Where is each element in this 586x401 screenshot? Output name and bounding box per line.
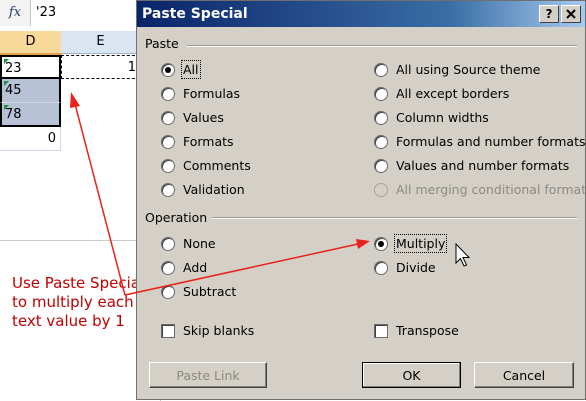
help-button[interactable]: ?: [539, 5, 559, 23]
operation-separator: [212, 217, 577, 219]
error-indicator-icon: [4, 81, 9, 86]
operation-section-label: Operation: [145, 210, 208, 225]
radio-icon: [374, 182, 388, 197]
operation-multiply[interactable]: Multiply: [374, 234, 448, 253]
radio-icon: [374, 134, 388, 149]
ok-button[interactable]: OK: [362, 362, 461, 388]
paste-special-dialog: Paste Special ? Paste All Formulas Value…: [136, 0, 586, 400]
formula-value[interactable]: '23: [36, 0, 56, 26]
annotation-text: Use Paste Special to multiply each text …: [12, 274, 145, 330]
paste-option-merging-conditional-formats: All merging conditional formats: [374, 181, 586, 199]
transpose-checkbox[interactable]: Transpose: [374, 322, 459, 340]
dialog-title: Paste Special: [142, 6, 248, 22]
error-indicator-icon: [4, 105, 9, 110]
close-button[interactable]: [561, 5, 581, 23]
paste-separator: [187, 45, 577, 47]
paste-option-formats[interactable]: Formats: [161, 133, 234, 151]
cancel-button[interactable]: Cancel: [474, 362, 574, 388]
radio-icon: [161, 110, 175, 125]
cell-d4[interactable]: 0: [0, 127, 61, 151]
skip-blanks-checkbox[interactable]: Skip blanks: [161, 322, 254, 340]
radio-icon: [161, 158, 175, 173]
insert-function-icon[interactable]: fx: [0, 0, 31, 26]
paste-option-source-theme[interactable]: All using Source theme: [374, 61, 541, 79]
cell-d1[interactable]: 23: [0, 55, 61, 79]
paste-option-column-widths[interactable]: Column widths: [374, 109, 489, 127]
paste-section-label: Paste: [145, 36, 179, 51]
radio-icon: [161, 86, 175, 101]
operation-add[interactable]: Add: [161, 259, 207, 277]
paste-option-comments[interactable]: Comments: [161, 157, 251, 175]
paste-option-validation[interactable]: Validation: [161, 181, 245, 199]
column-header-e[interactable]: E: [61, 31, 141, 54]
dialog-titlebar[interactable]: Paste Special ?: [137, 1, 585, 27]
radio-icon: [161, 134, 175, 149]
paste-option-except-borders[interactable]: All except borders: [374, 85, 509, 103]
radio-icon: [374, 62, 388, 77]
radio-icon: [374, 110, 388, 125]
error-indicator-icon: [4, 59, 9, 64]
radio-icon: [161, 182, 175, 197]
radio-icon: [161, 284, 175, 299]
cell-d3[interactable]: 78: [0, 103, 61, 127]
radio-icon: [161, 62, 175, 77]
cell-d2[interactable]: 45: [0, 79, 61, 103]
checkbox-icon: [374, 323, 388, 338]
operation-divide[interactable]: Divide: [374, 259, 436, 277]
radio-icon: [161, 236, 175, 251]
operation-subtract[interactable]: Subtract: [161, 283, 236, 301]
radio-icon: [374, 260, 388, 275]
paste-option-formulas-number-formats[interactable]: Formulas and number formats: [374, 133, 586, 151]
paste-option-values[interactable]: Values: [161, 109, 224, 127]
radio-icon: [374, 158, 388, 173]
radio-icon: [374, 236, 388, 251]
checkbox-icon: [161, 323, 175, 338]
mouse-pointer-icon: [455, 243, 471, 267]
cell-e1-copied[interactable]: 1: [61, 55, 140, 79]
close-icon: [566, 9, 576, 19]
paste-option-all[interactable]: All: [161, 60, 201, 79]
radio-icon: [374, 86, 388, 101]
column-header-d[interactable]: D: [0, 31, 62, 55]
formula-bar: fx '23: [0, 0, 140, 27]
paste-option-values-number-formats[interactable]: Values and number formats: [374, 157, 569, 175]
paste-option-formulas[interactable]: Formulas: [161, 85, 240, 103]
radio-icon: [161, 260, 175, 275]
paste-link-button: Paste Link: [149, 362, 267, 388]
operation-none[interactable]: None: [161, 235, 216, 253]
